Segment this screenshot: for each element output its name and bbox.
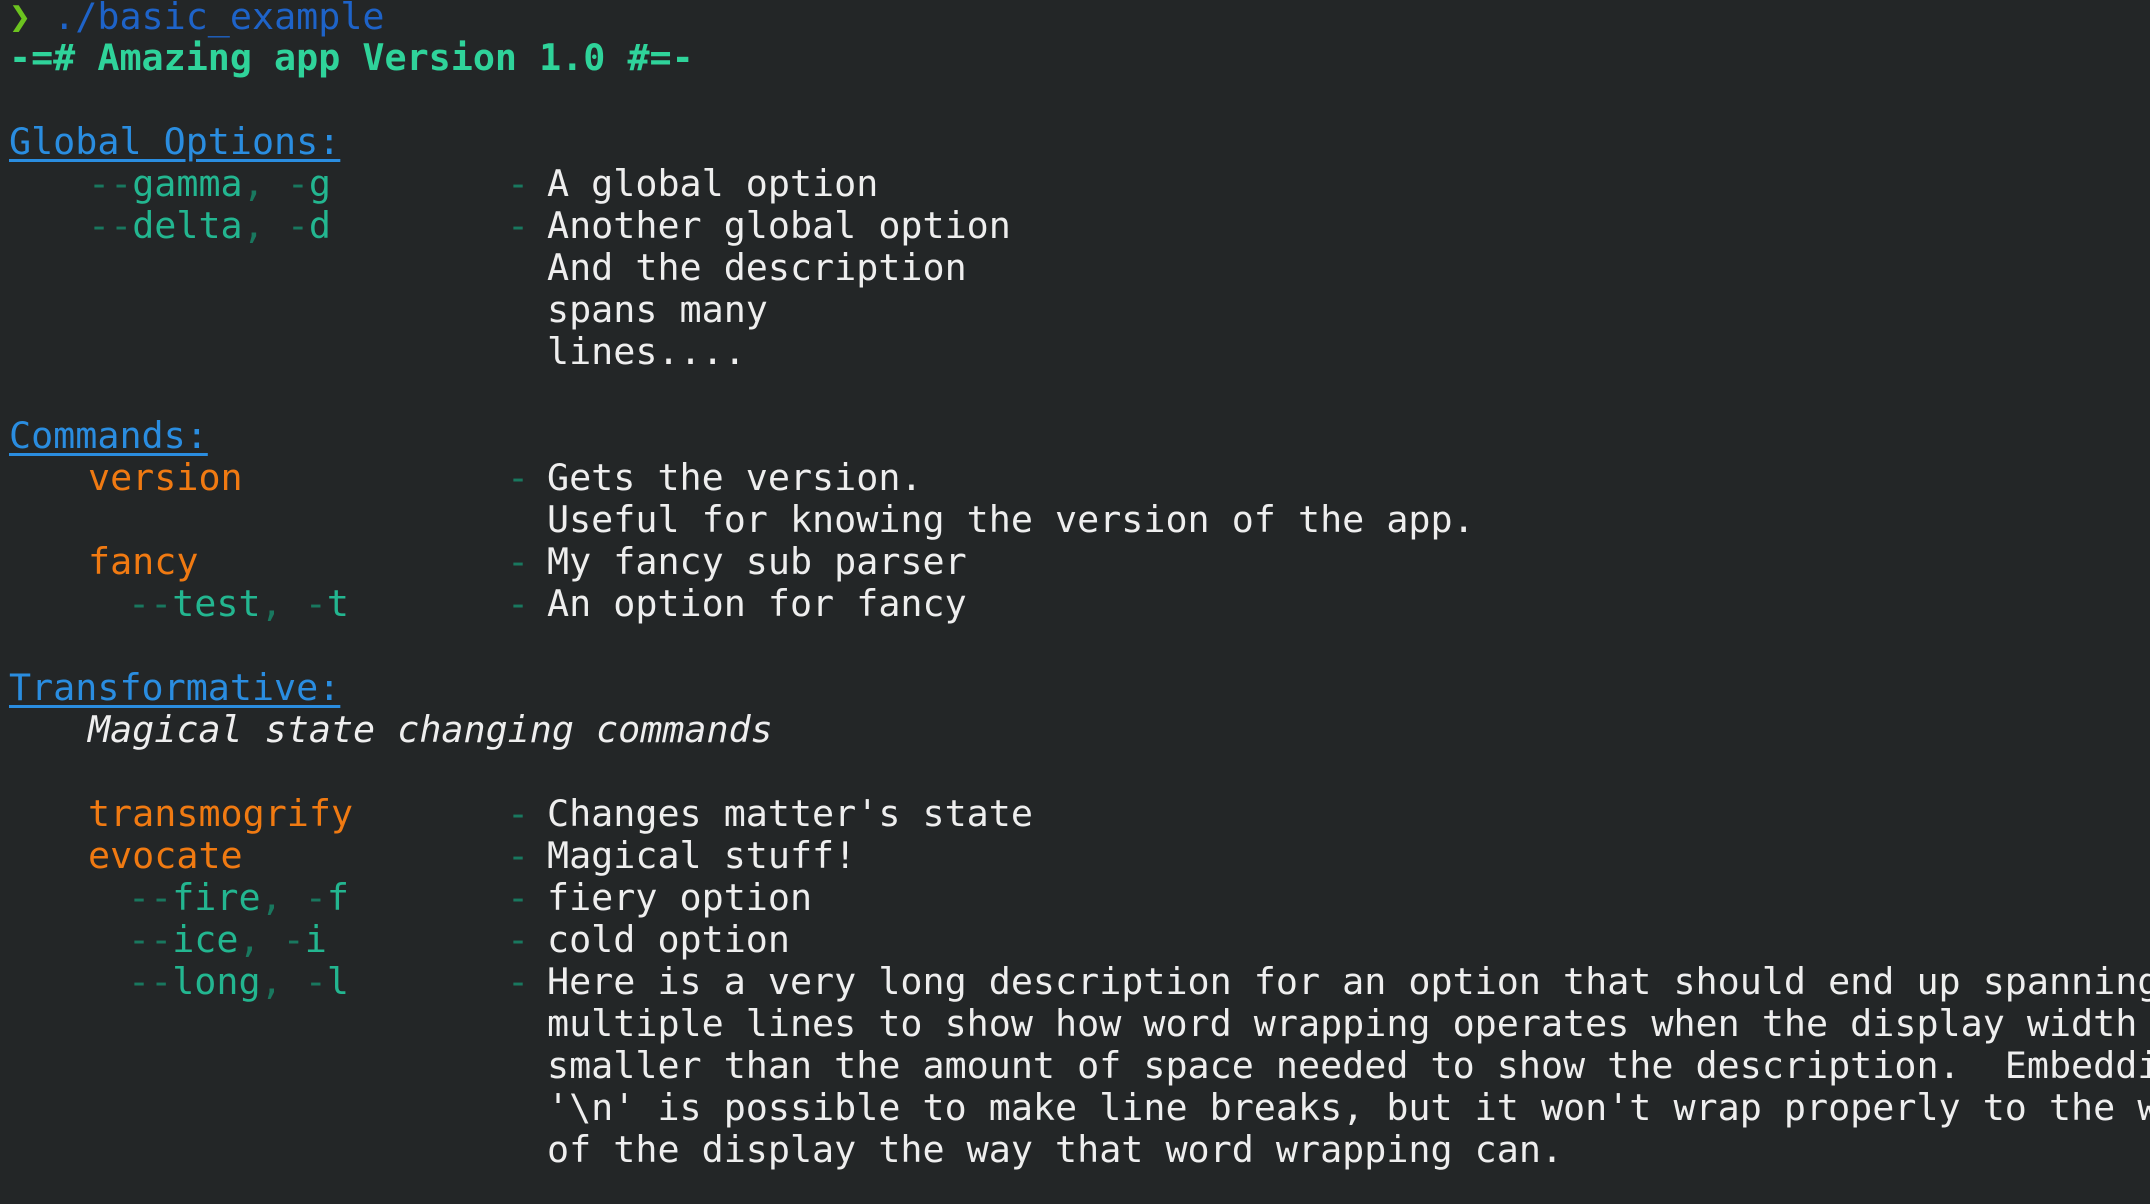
command-fancy-description: My fancy sub parser <box>547 540 967 583</box>
option-long-name: gamma <box>132 162 243 205</box>
option-fire-description: fiery option <box>547 876 813 919</box>
separator-dash: - <box>507 792 530 835</box>
option-long-name: long <box>172 960 261 1003</box>
option-short-name: d <box>308 204 331 247</box>
separator-dash: - <box>507 918 530 961</box>
separator-dash: - <box>507 960 530 1003</box>
option-ice-description: cold option <box>547 918 790 961</box>
section-subtitle: Magical state changing commands <box>88 708 773 751</box>
option-gamma-description: A global option <box>547 162 879 205</box>
option-delta-description-line: Another global option <box>547 204 1011 247</box>
option-long-description-line: multiple lines to show how word wrapping… <box>547 1002 2150 1045</box>
prompt-command: ./basic_example <box>53 0 385 38</box>
section-header-commands: Commands: <box>9 414 208 457</box>
option-test-description: An option for fancy <box>547 582 967 625</box>
separator-dash: - <box>507 162 530 205</box>
option-short-name: g <box>308 162 331 205</box>
separator-dash: - <box>507 204 530 247</box>
option-long-description-line: of the display the way that word wrappin… <box>547 1128 1564 1171</box>
option-gamma: --gamma, -g <box>88 162 331 205</box>
separator-dash: - <box>507 582 530 625</box>
option-long: --long, -l <box>128 960 349 1003</box>
prompt-arrow-icon: ❯ <box>9 0 32 38</box>
app-title: -=# Amazing app Version 1.0 #=- <box>9 36 694 79</box>
option-delta: --delta, -d <box>88 204 331 247</box>
option-ice: --ice, -i <box>128 918 327 961</box>
option-test: --test, -t <box>128 582 349 625</box>
option-fire: --fire, -f <box>128 876 349 919</box>
option-long-description-line: '\n' is possible to make line breaks, bu… <box>547 1086 2150 1129</box>
option-long-name: ice <box>172 918 239 961</box>
prompt-line: ❯ ./basic_example <box>9 0 385 38</box>
option-delta-description-line: spans many <box>547 288 768 331</box>
separator-dash: - <box>507 834 530 877</box>
option-long-description-line: smaller than the amount of space needed … <box>547 1044 2150 1087</box>
command-transmogrify-description: Changes matter's state <box>547 792 1033 835</box>
command-fancy: fancy <box>88 540 199 583</box>
separator-dash: - <box>507 540 530 583</box>
separator-dash: - <box>507 456 530 499</box>
terminal-window: ❯ ./basic_example -=# Amazing app Versio… <box>0 0 2150 1204</box>
command-version-description-line: Useful for knowing the version of the ap… <box>547 498 1475 541</box>
command-evocate: evocate <box>88 834 243 877</box>
option-short-name: l <box>326 960 349 1003</box>
command-version-description-line: Gets the version. <box>547 456 923 499</box>
command-evocate-description: Magical stuff! <box>547 834 857 877</box>
option-short-name: f <box>326 876 349 919</box>
option-long-description-line: Here is a very long description for an o… <box>547 960 2150 1003</box>
command-version: version <box>88 456 243 499</box>
separator-dash: - <box>507 876 530 919</box>
section-header-transformative: Transformative: <box>9 666 341 709</box>
command-transmogrify: transmogrify <box>88 792 354 835</box>
option-long-name: test <box>172 582 261 625</box>
option-long-name: delta <box>132 204 243 247</box>
section-header-global-options: Global Options: <box>9 120 341 163</box>
option-delta-description-line: And the description <box>547 246 967 289</box>
option-short-name: i <box>304 918 327 961</box>
option-delta-description-line: lines.... <box>547 330 746 373</box>
option-short-name: t <box>326 582 349 625</box>
option-long-name: fire <box>172 876 261 919</box>
